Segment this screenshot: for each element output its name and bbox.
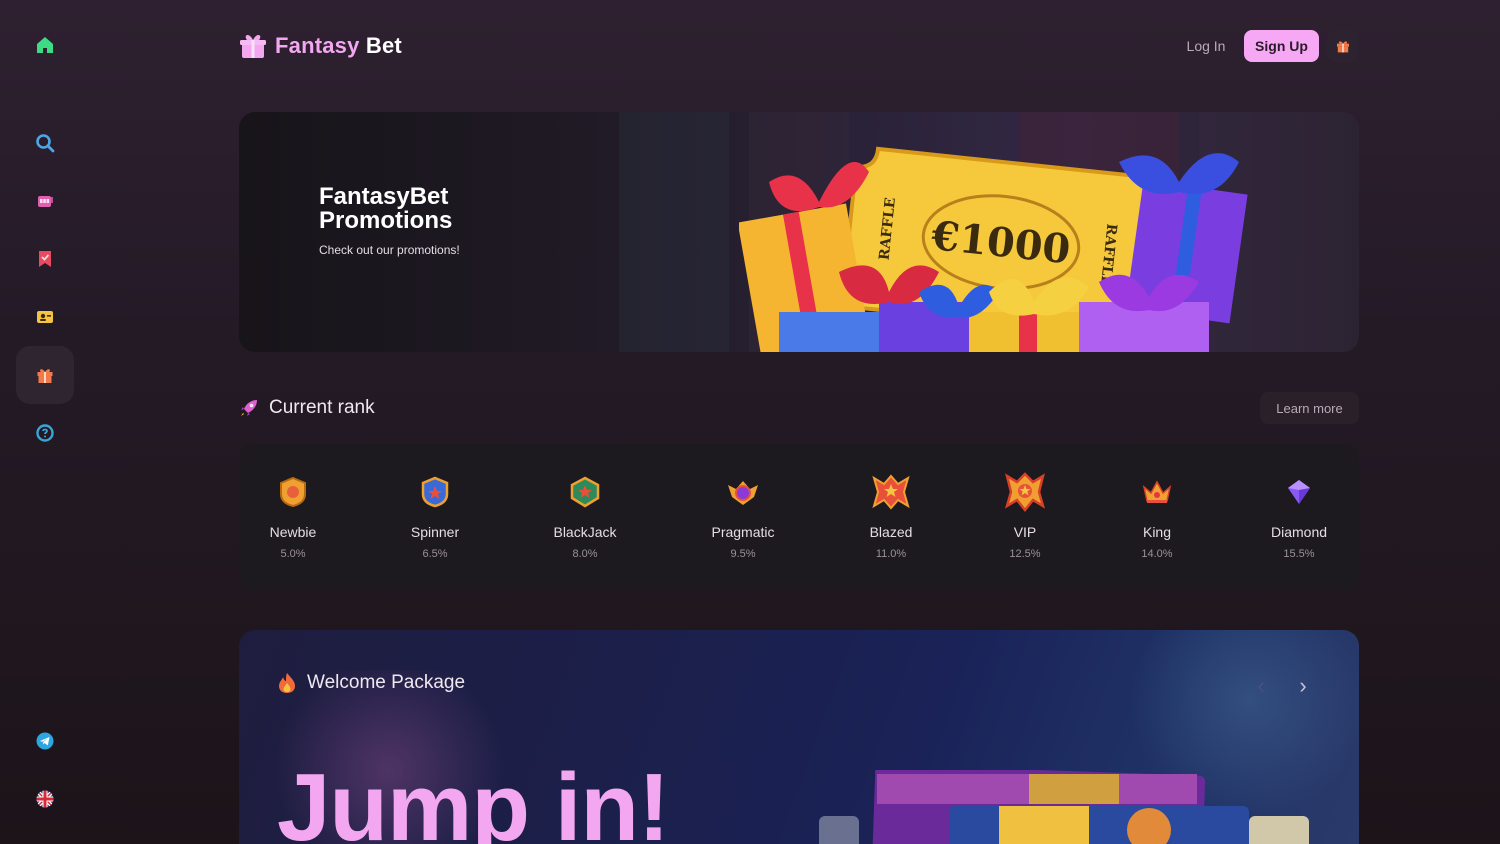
sidebar-item-live-casino[interactable]: [16, 288, 74, 346]
rocket-icon: [241, 400, 257, 416]
telegram-icon: [36, 732, 54, 750]
banner-subtitle: Check out our promotions!: [319, 243, 460, 257]
promotions-banner[interactable]: FantasyBet Promotions Check out our prom…: [239, 112, 1359, 352]
chevron-right-icon: ›: [1299, 673, 1307, 698]
rank-name: Pragmatic: [711, 524, 775, 540]
blackjack-badge-icon: [570, 476, 600, 508]
sidebar-item-home[interactable]: [16, 16, 74, 74]
gift-icon: [1337, 41, 1349, 53]
sidebar-item-support[interactable]: [16, 404, 74, 462]
rank-name: Spinner: [410, 524, 460, 540]
rank-name: Blazed: [869, 524, 913, 540]
game-cards-illustration: [819, 770, 1309, 844]
welcome-headline: Jump in!: [277, 754, 670, 844]
rank-level-blackjack: BlackJack 8.0%: [530, 474, 640, 560]
live-casino-icon: [37, 311, 53, 323]
rank-name: King: [1142, 524, 1172, 540]
rank-name: Newbie: [269, 524, 317, 540]
rank-name: Diamond: [1270, 524, 1328, 540]
diamond-icon: [1288, 480, 1310, 504]
search-icon: [36, 134, 55, 153]
carousel-prev-button[interactable]: ‹: [1249, 673, 1273, 698]
current-rank-header: Current rank: [239, 392, 375, 424]
rank-percent: 6.5%: [422, 548, 448, 560]
rank-percent: 5.0%: [280, 548, 306, 560]
raffle-ticket-illustration: €1000 RAFFLE RAFFLE: [739, 146, 1248, 352]
rank-levels-panel: Newbie 5.0% Spinner 6.5% BlackJack 8.0% …: [239, 444, 1359, 590]
rank-name: BlackJack: [553, 524, 617, 540]
sidebar-item-favorites[interactable]: [16, 230, 74, 288]
welcome-package-section: Welcome Package ‹ › Jump in!: [239, 630, 1359, 844]
sidebar-item-language[interactable]: [16, 770, 74, 828]
newbie-badge-icon: [280, 476, 306, 508]
rank-level-king: King 14.0%: [1102, 474, 1212, 560]
home-icon: [37, 37, 53, 53]
rank-percent: 12.5%: [1009, 548, 1041, 560]
site-logo[interactable]: Fantasy Bet: [239, 30, 402, 62]
chevron-left-icon: ‹: [1257, 673, 1265, 698]
learn-more-button[interactable]: Learn more: [1260, 392, 1359, 424]
welcome-package-title: Welcome Package: [307, 672, 466, 693]
rank-name: VIP: [1013, 524, 1037, 540]
carousel-next-button[interactable]: ›: [1291, 673, 1315, 698]
pragmatic-badge-icon: [728, 481, 758, 505]
login-button[interactable]: Log In: [1176, 30, 1236, 62]
rank-percent: 9.5%: [730, 548, 756, 560]
rank-percent: 14.0%: [1141, 548, 1173, 560]
rank-level-vip: VIP 12.5%: [970, 472, 1080, 560]
fire-icon: [279, 673, 295, 693]
vip-badge-icon: [1005, 472, 1045, 512]
slots-icon: [38, 196, 53, 207]
signup-button[interactable]: Sign Up: [1244, 30, 1319, 62]
rewards-button[interactable]: [1327, 30, 1359, 62]
sidebar-item-slots[interactable]: [16, 172, 74, 230]
rank-percent: 8.0%: [572, 548, 598, 560]
rank-level-blazed: Blazed 11.0%: [836, 474, 946, 560]
banner-title: FantasyBet Promotions: [319, 183, 453, 234]
logo-text: Fantasy Bet: [275, 33, 402, 58]
sidebar-item-search[interactable]: [16, 114, 74, 172]
rank-percent: 11.0%: [875, 548, 907, 560]
sidebar: [0, 0, 90, 844]
rank-level-diamond: Diamond 15.5%: [1244, 474, 1354, 560]
spinner-badge-icon: [421, 476, 449, 508]
sidebar-item-telegram[interactable]: [16, 712, 74, 770]
uk-flag-icon: [36, 790, 54, 808]
current-rank-title: Current rank: [269, 397, 375, 418]
logo-gift-icon: [240, 35, 266, 58]
blazed-badge-icon: [872, 474, 910, 510]
rank-percent: 15.5%: [1283, 548, 1315, 560]
rank-level-spinner: Spinner 6.5%: [380, 474, 490, 560]
rank-level-newbie: Newbie 5.0%: [238, 474, 348, 560]
sidebar-item-promotions[interactable]: [16, 346, 74, 404]
bookmark-icon: [39, 251, 51, 267]
support-icon: [36, 424, 54, 442]
crown-icon: [1142, 480, 1172, 503]
rank-level-pragmatic: Pragmatic 9.5%: [688, 474, 798, 560]
gift-icon: [37, 369, 53, 383]
welcome-package-header: Welcome Package: [277, 672, 465, 694]
